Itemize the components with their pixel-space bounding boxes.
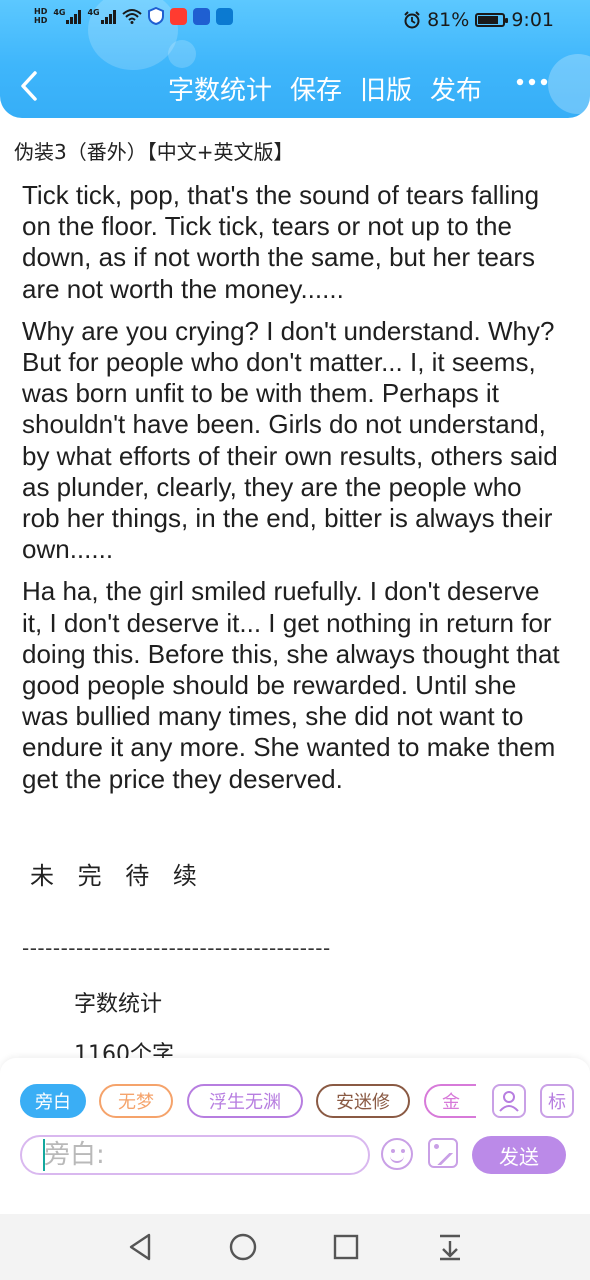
chip-label: 浮生无渊 (209, 1092, 281, 1113)
chip-label: 金 (442, 1092, 460, 1113)
app-notification-icon (169, 7, 187, 25)
paragraph: Tick tick, pop, that's the sound of tear… (22, 180, 540, 304)
network-label: 4G (53, 8, 66, 17)
role-chip-fushengwuyuan[interactable]: 浮生无渊 (187, 1084, 303, 1118)
wifi-icon (121, 9, 142, 24)
smiley-icon[interactable] (381, 1138, 413, 1170)
word-count-label: 字数统计 (74, 992, 163, 1017)
network-label: 4G (87, 8, 100, 17)
more-button[interactable] (515, 66, 549, 94)
alarm-icon (404, 11, 420, 29)
chip-label: 无梦 (118, 1092, 154, 1113)
message-input[interactable]: 旁白: (20, 1135, 370, 1175)
status-right: 81% 9:01 (403, 9, 554, 31)
role-chip-jin[interactable]: 金 (424, 1084, 476, 1118)
mark-button[interactable]: 标 (540, 1084, 574, 1118)
signal-2: 4G (87, 8, 116, 24)
chip-label: 旁白 (35, 1092, 71, 1113)
decor-bubble (168, 40, 196, 68)
image-icon[interactable] (428, 1138, 458, 1168)
role-chip-wumeng[interactable]: 无梦 (99, 1084, 173, 1118)
role-chip-narrator[interactable]: 旁白 (20, 1084, 86, 1118)
battery-percent: 81% (427, 9, 470, 31)
input-placeholder: 旁白: (44, 1140, 105, 1170)
home-circle-icon[interactable] (228, 1232, 258, 1262)
text-cursor (43, 1139, 45, 1171)
send-label: 发送 (499, 1144, 539, 1169)
back-button[interactable] (18, 70, 46, 106)
status-left: HD HD 4G 4G (34, 7, 233, 25)
chip-label: 安迷修 (336, 1092, 390, 1113)
battery-fill (478, 16, 498, 24)
person-icon (499, 1091, 519, 1112)
system-nav-bar (0, 1214, 590, 1280)
chevron-left-icon (21, 71, 37, 101)
document-body[interactable]: Tick tick, pop, that's the sound of tear… (22, 180, 562, 806)
old-version-button[interactable]: 旧版 (360, 70, 412, 107)
battery-icon (475, 13, 509, 27)
paragraph: Why are you crying? I don't understand. … (22, 315, 558, 565)
header-actions: 字数统计 保存 旧版 发布 (168, 70, 482, 107)
paragraph: Ha ha, the girl smiled ruefully. I don't… (22, 576, 560, 794)
hd-badges: HD HD (34, 7, 47, 25)
app-header: HD HD 4G 4G 81% 9:01 字数统计 保存 旧版 发布 (0, 0, 590, 118)
app-notification-icon (215, 7, 233, 25)
mark-label: 标 (548, 1092, 566, 1113)
shield-icon (147, 7, 164, 25)
to-be-continued-text: 未 完 待 续 (30, 862, 205, 890)
hd-label: HD (34, 7, 48, 16)
recents-square-icon[interactable] (332, 1232, 360, 1262)
signal-1: 4G (53, 8, 82, 24)
back-triangle-icon[interactable] (126, 1232, 154, 1262)
publish-button[interactable]: 发布 (430, 70, 482, 107)
hd-label: HD (34, 16, 48, 25)
menu-down-icon[interactable] (436, 1232, 464, 1262)
signal-bars-icon (66, 8, 82, 24)
send-button[interactable]: 发送 (472, 1136, 566, 1174)
divider-line: ---------------------------------------- (22, 936, 331, 960)
decor-bubble (548, 54, 590, 114)
role-chip-anmixiu[interactable]: 安迷修 (316, 1084, 410, 1118)
clock: 9:01 (511, 9, 554, 31)
more-dots-icon (516, 78, 548, 86)
character-button[interactable] (492, 1084, 526, 1118)
app-notification-icon (192, 7, 210, 25)
signal-bars-icon (100, 8, 116, 24)
status-bar: HD HD 4G 4G 81% 9:01 (0, 0, 590, 40)
word-count-button[interactable]: 字数统计 (168, 70, 272, 107)
save-button[interactable]: 保存 (290, 70, 342, 107)
document-title: 伪装3（番外）【中文+英文版】 (14, 140, 294, 164)
